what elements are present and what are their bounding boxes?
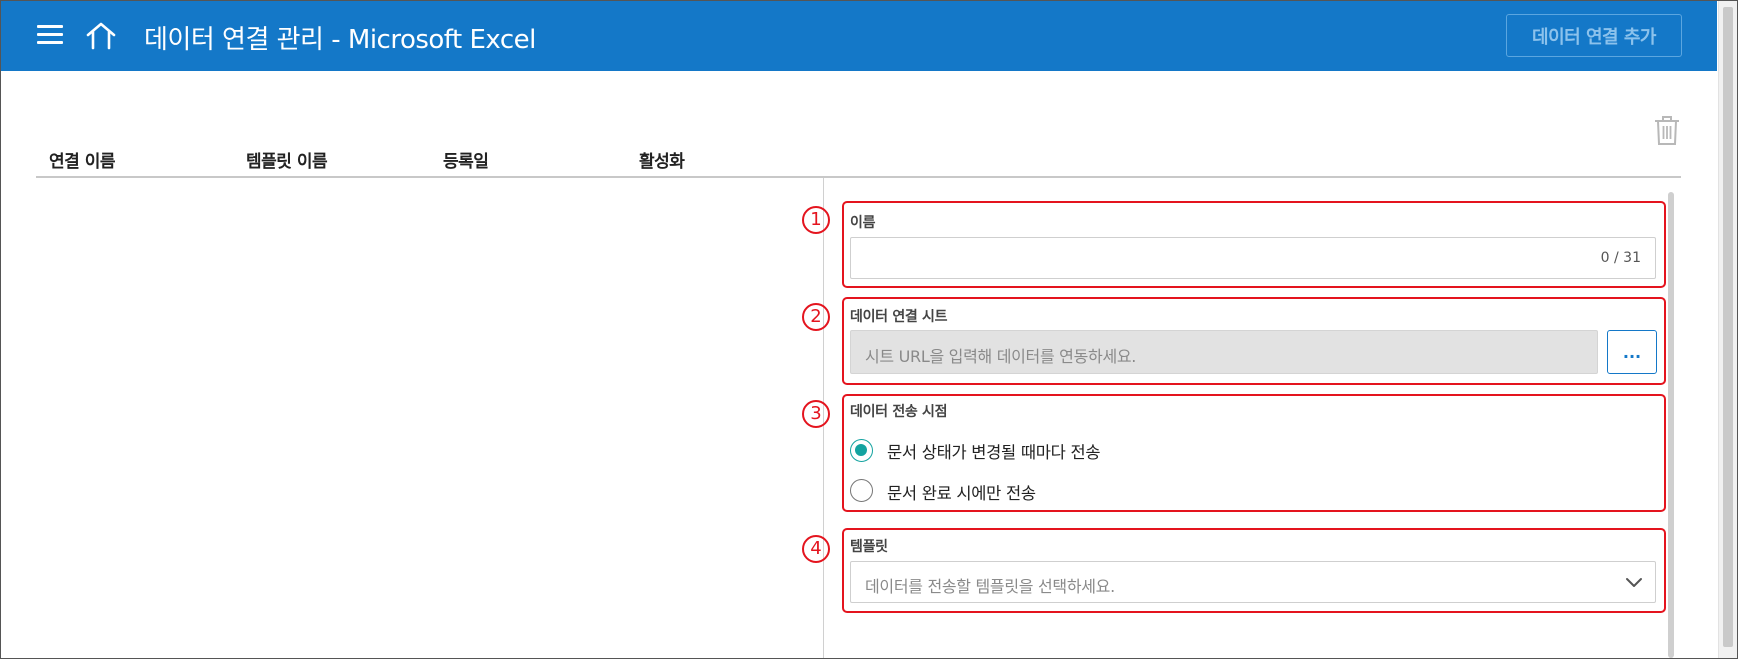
add-data-connection-button[interactable]: 데이터 연결 추가: [1506, 14, 1682, 57]
timing-field-label: 데이터 전송 시점: [850, 404, 948, 420]
sheet-url-placeholder: 시트 URL을 입력해 데이터를 연동하세요.: [865, 347, 1137, 366]
name-field-label: 이름: [850, 215, 876, 231]
chevron-down-icon: [1626, 578, 1642, 587]
column-header-connection-name[interactable]: 연결 이름: [49, 147, 115, 172]
radio-on-completion[interactable]: [850, 479, 873, 502]
page-title: 데이터 연결 관리 - Microsoft Excel: [144, 25, 536, 55]
column-header-registered-date[interactable]: 등록일: [443, 147, 489, 172]
radio-label-on-completion[interactable]: 문서 완료 시에만 전송: [887, 480, 1036, 504]
table-header-divider: [36, 176, 1681, 178]
annotation-marker-2: 2: [802, 303, 830, 331]
panel-scrollbar[interactable]: [1668, 192, 1674, 658]
page-scrollbar-thumb[interactable]: [1723, 7, 1733, 647]
template-select[interactable]: 데이터를 전송할 템플릿을 선택하세요.: [850, 561, 1656, 603]
annotation-marker-3: 3: [802, 400, 830, 428]
annotation-marker-4: 4: [802, 535, 830, 563]
radio-label-on-status-change[interactable]: 문서 상태가 변경될 때마다 전송: [887, 439, 1101, 463]
browse-sheet-button[interactable]: ...: [1607, 330, 1657, 374]
annotation-marker-1: 1: [802, 206, 830, 234]
column-header-active[interactable]: 활성화: [639, 147, 685, 172]
sheet-url-input[interactable]: 시트 URL을 입력해 데이터를 연동하세요.: [850, 330, 1598, 374]
radio-on-status-change[interactable]: [850, 439, 873, 462]
name-input[interactable]: 0 / 31: [850, 237, 1656, 279]
trash-icon[interactable]: [1653, 114, 1681, 146]
template-field-label: 템플릿: [850, 539, 888, 555]
app-header: 데이터 연결 관리 - Microsoft Excel 데이터 연결 추가: [1, 1, 1717, 71]
page-scrollbar[interactable]: [1718, 1, 1737, 658]
sheet-field-label: 데이터 연결 시트: [850, 309, 948, 325]
hamburger-menu-icon[interactable]: [37, 25, 63, 45]
home-icon[interactable]: [85, 21, 117, 51]
column-header-template-name[interactable]: 템플릿 이름: [246, 147, 328, 172]
template-select-placeholder: 데이터를 전송할 템플릿을 선택하세요.: [865, 577, 1115, 596]
name-char-counter: 0 / 31: [1600, 250, 1641, 266]
